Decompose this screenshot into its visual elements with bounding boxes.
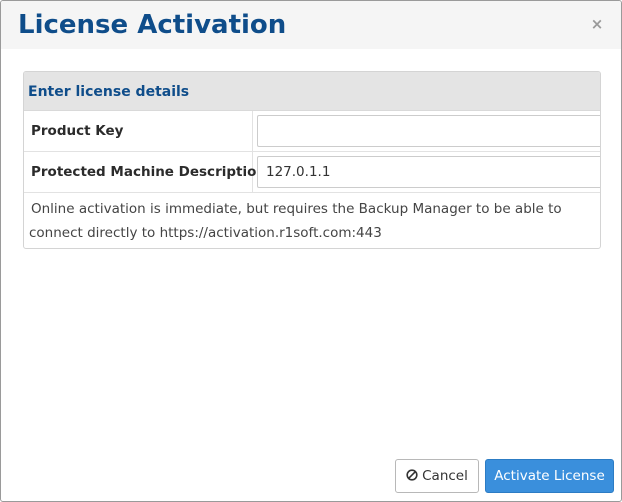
product-key-label-cell: Product Key [24, 111, 253, 151]
cancel-button[interactable]: Cancel [395, 459, 479, 493]
machine-description-label: Protected Machine Description [31, 164, 266, 180]
activate-license-button-label: Activate License [494, 468, 605, 484]
machine-description-label-cell: Protected Machine Description [24, 152, 266, 192]
product-key-label: Product Key [31, 123, 124, 139]
activate-license-button[interactable]: Activate License [485, 459, 614, 493]
dialog-title: License Activation [18, 10, 287, 40]
product-key-input[interactable] [257, 115, 600, 147]
ban-icon [406, 469, 418, 481]
panel-heading-title: Enter license details [28, 84, 190, 100]
machine-description-row: Protected Machine Description [24, 152, 600, 193]
close-icon[interactable]: × [590, 17, 604, 32]
product-key-row: Product Key [24, 111, 600, 152]
license-activation-dialog: License Activation × Enter license detai… [0, 0, 622, 502]
activation-note-line-2: connect directly to https://activation.r… [29, 225, 382, 241]
panel-heading: Enter license details [24, 72, 600, 111]
dialog-header: License Activation × [1, 1, 621, 49]
machine-description-input[interactable] [257, 156, 600, 188]
activation-note: Online activation is immediate, but requ… [29, 197, 595, 245]
activation-note-line-1: Online activation is immediate, but requ… [31, 201, 562, 217]
cancel-button-label: Cancel [422, 468, 468, 484]
license-details-panel: Enter license details Product Key Protec… [23, 71, 601, 249]
